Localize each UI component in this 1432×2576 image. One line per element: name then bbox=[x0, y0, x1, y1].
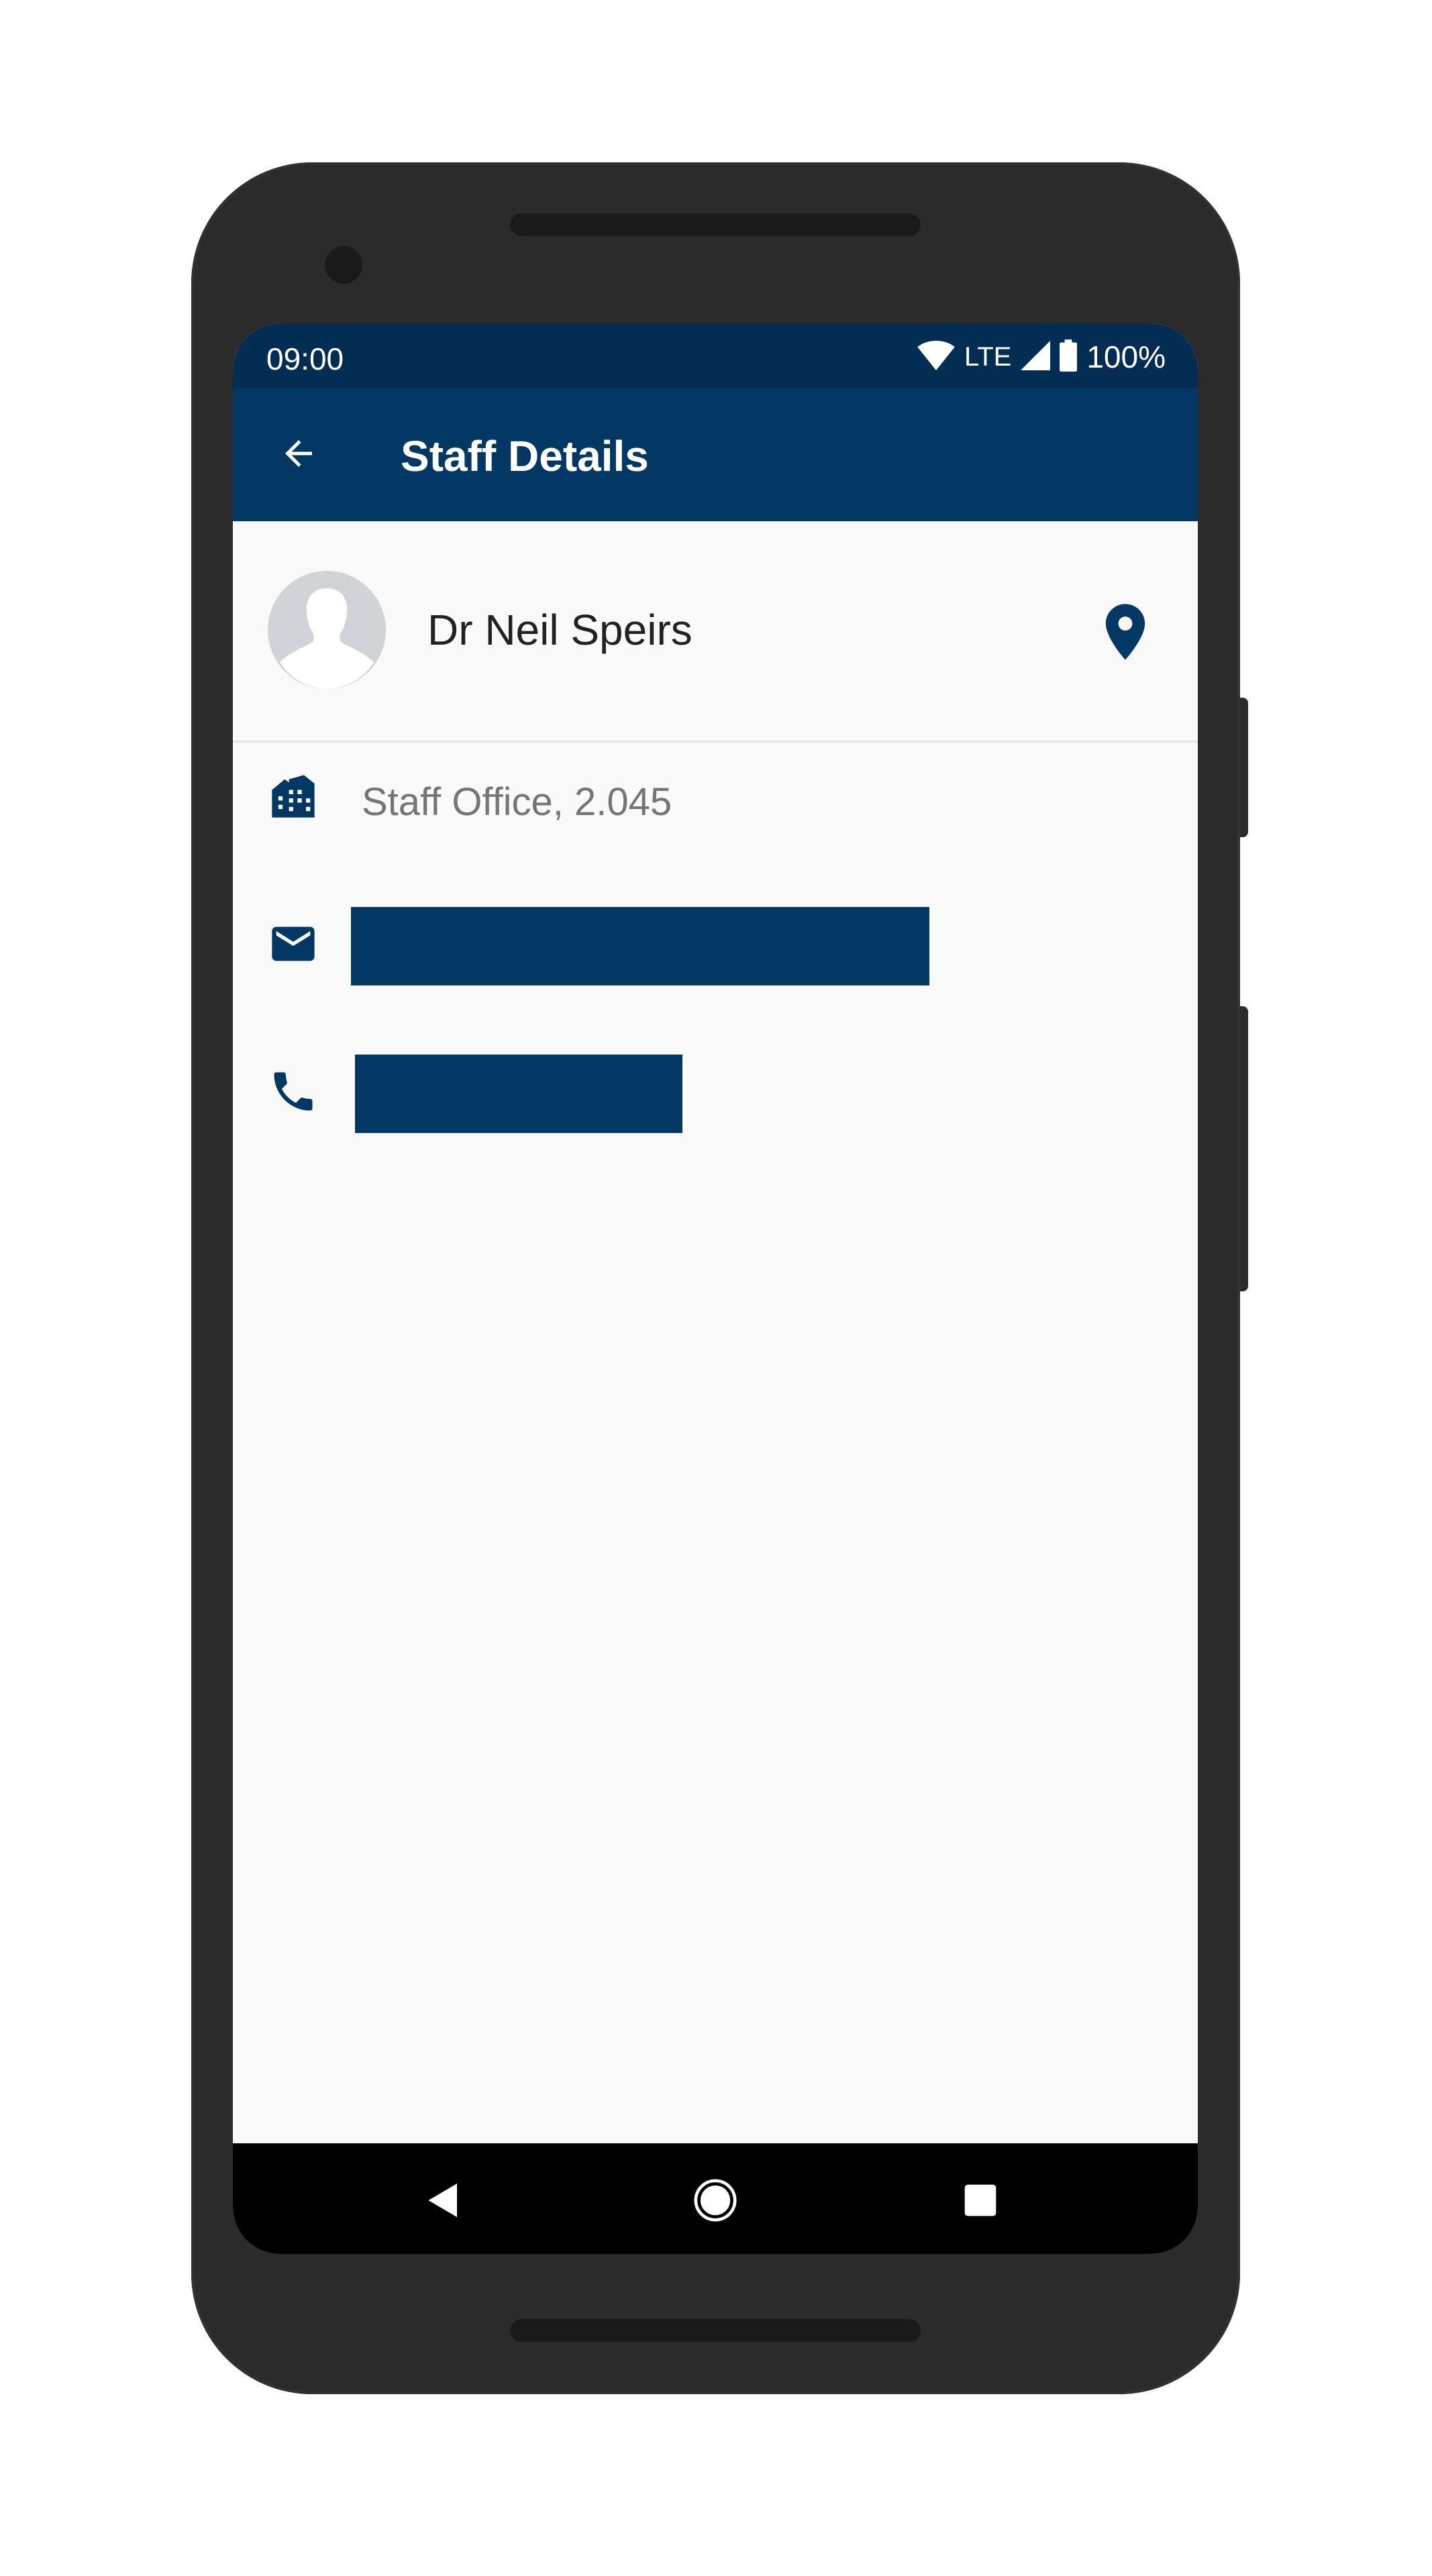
arrow-back-icon bbox=[278, 433, 319, 477]
office-row: Staff Office, 2.045 bbox=[233, 753, 1198, 840]
volume-button bbox=[1239, 1006, 1248, 1291]
nav-home-icon bbox=[694, 2179, 737, 2222]
person-silhouette-icon bbox=[268, 571, 386, 689]
page-title: Staff Details bbox=[401, 432, 649, 480]
battery-icon bbox=[1060, 339, 1078, 375]
nav-back-icon bbox=[428, 2184, 457, 2217]
status-indicators: LTE 100% bbox=[917, 338, 1166, 376]
nav-recents-button[interactable] bbox=[947, 2167, 1014, 2234]
nav-recents-icon bbox=[964, 2184, 996, 2216]
back-button[interactable] bbox=[265, 421, 332, 488]
front-camera bbox=[325, 246, 362, 284]
phone-redacted-block bbox=[355, 1055, 682, 1133]
network-type: LTE bbox=[964, 341, 1012, 372]
nav-home-button[interactable] bbox=[682, 2167, 749, 2234]
avatar bbox=[268, 571, 386, 689]
mail-icon bbox=[266, 917, 320, 971]
email-row[interactable] bbox=[233, 900, 1198, 987]
app-bar: Staff Details bbox=[233, 388, 1198, 521]
battery-percent: 100% bbox=[1086, 339, 1166, 374]
staff-header: Dr Neil Speirs bbox=[233, 521, 1198, 743]
earpiece-speaker bbox=[510, 213, 921, 236]
screen: 09:00 LTE 100% Staff Details Dr Neil Spe… bbox=[233, 323, 1198, 2254]
email-redacted-block bbox=[351, 907, 929, 985]
staff-name: Dr Neil Speirs bbox=[427, 606, 693, 654]
power-button bbox=[1239, 698, 1248, 837]
status-bar: 09:00 LTE 100% bbox=[233, 323, 1198, 388]
location-pin-icon bbox=[1105, 604, 1145, 660]
signal-icon bbox=[1021, 340, 1051, 374]
phone-row[interactable] bbox=[233, 1048, 1198, 1135]
stage: 09:00 LTE 100% Staff Details Dr Neil Spe… bbox=[0, 0, 1432, 2576]
status-time: 09:00 bbox=[266, 341, 344, 376]
phone-icon bbox=[266, 1065, 320, 1118]
wifi-icon bbox=[917, 340, 955, 374]
nav-back-button[interactable] bbox=[410, 2167, 477, 2234]
building-icon bbox=[266, 769, 320, 823]
office-location-text: Staff Office, 2.045 bbox=[362, 780, 672, 824]
location-button[interactable] bbox=[1092, 595, 1159, 669]
system-nav-bar bbox=[233, 2143, 1198, 2254]
bottom-speaker bbox=[510, 2319, 921, 2342]
